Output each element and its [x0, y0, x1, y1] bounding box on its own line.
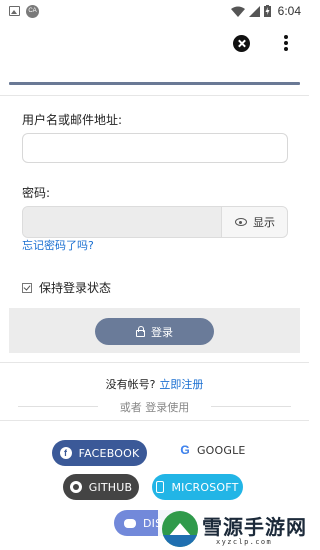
username-field[interactable] [22, 133, 288, 163]
mountain-logo-icon [162, 511, 198, 547]
forgot-password-link[interactable]: 忘记密码了吗? [22, 237, 94, 253]
or-login-with-row: 或者 登录使用 [18, 399, 291, 415]
divider [0, 362, 309, 363]
show-password-button[interactable]: 显示 [221, 207, 287, 237]
register-row: 没有帐号? 立即注册 [0, 376, 309, 392]
google-icon: G [180, 443, 190, 457]
show-password-label: 显示 [253, 216, 275, 229]
microsoft-icon [156, 481, 165, 493]
github-label: GITHUB [88, 480, 133, 494]
status-bar: CA 6:04 [0, 0, 309, 22]
more-vert-icon[interactable] [280, 35, 292, 52]
divider [0, 420, 309, 421]
register-prompt: 没有帐号? [105, 378, 156, 391]
github-icon [69, 481, 82, 493]
ca-notification-icon: CA [26, 4, 39, 18]
watermark-subtitle: xyzclp.com [216, 538, 273, 546]
register-link[interactable]: 立即注册 [159, 378, 203, 391]
lock-icon [136, 325, 145, 337]
google-login-button[interactable]: G GOOGLE [172, 437, 254, 463]
top-app-bar [0, 22, 309, 64]
login-button-label: 登录 [151, 325, 173, 339]
password-field[interactable] [23, 207, 220, 237]
status-time: 6:04 [277, 4, 301, 18]
or-login-with-text: 或者 登录使用 [119, 401, 190, 414]
google-label: GOOGLE [196, 443, 246, 457]
username-label: 用户名或邮件地址: [22, 113, 123, 127]
watermark-title: 雪源手游网 [202, 515, 307, 539]
status-system-icons: 6:04 [230, 0, 301, 22]
wifi-icon [230, 6, 245, 17]
github-login-button[interactable]: GITHUB [63, 474, 139, 500]
facebook-label: FACEBOOK [78, 446, 140, 460]
remember-me-checkbox[interactable]: 保持登录状态 [22, 279, 111, 296]
status-notifications: CA [0, 4, 39, 18]
login-button[interactable]: 登录 [95, 318, 214, 345]
microsoft-label: MICROSOFT [171, 480, 239, 494]
facebook-login-button[interactable]: f FACEBOOK [52, 440, 147, 466]
remember-me-label: 保持登录状态 [39, 281, 112, 295]
close-icon[interactable] [233, 35, 250, 52]
microsoft-login-button[interactable]: MICROSOFT [152, 474, 243, 500]
facebook-icon: f [59, 447, 72, 459]
discord-icon [124, 518, 136, 528]
image-notification-icon [9, 6, 20, 16]
password-label: 密码: [22, 186, 51, 200]
divider [0, 95, 309, 96]
site-watermark: 雪源手游网 xyzclp.com [158, 508, 309, 550]
password-group: 显示 [22, 206, 288, 238]
signal-icon [248, 5, 260, 17]
eye-icon [235, 218, 247, 226]
battery-charging-icon [263, 5, 271, 17]
checkbox-icon [22, 282, 32, 293]
header-progress-line [9, 82, 300, 85]
